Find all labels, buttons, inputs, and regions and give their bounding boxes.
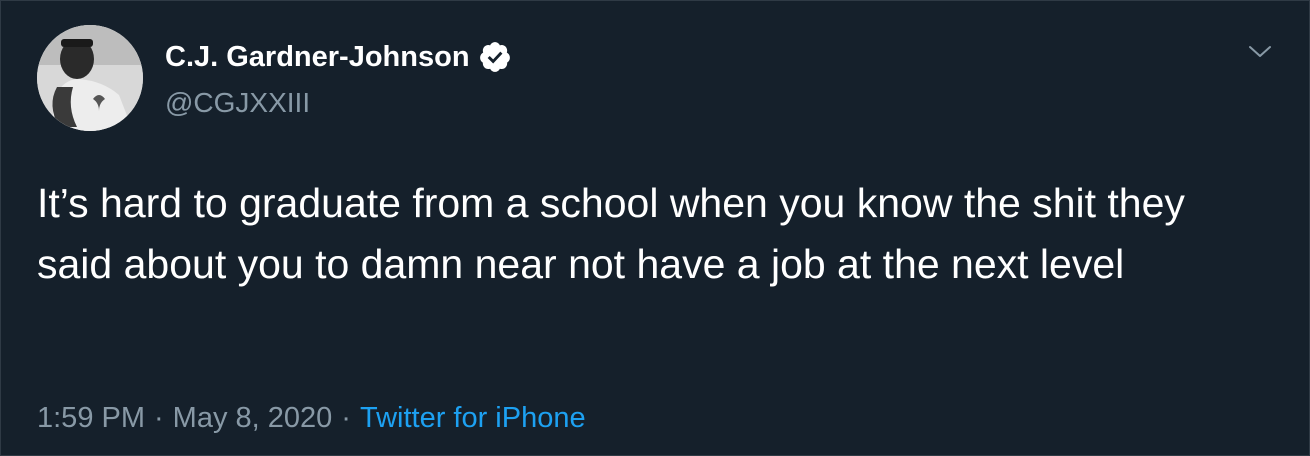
author-name-row: C.J. Gardner-Johnson bbox=[165, 39, 512, 75]
author-handle[interactable]: @CGJXXIII bbox=[165, 85, 310, 121]
avatar-photo bbox=[37, 25, 143, 131]
meta-separator: · bbox=[154, 402, 164, 434]
avatar[interactable] bbox=[37, 25, 143, 131]
chevron-down-icon[interactable] bbox=[1245, 37, 1275, 67]
tweet-text: It’s hard to graduate from a school when… bbox=[37, 180, 1185, 287]
meta-separator: · bbox=[341, 402, 351, 434]
author-display-name[interactable]: C.J. Gardner-Johnson bbox=[165, 39, 470, 75]
verified-badge-icon bbox=[478, 40, 512, 74]
tweet-date[interactable]: May 8, 2020 bbox=[173, 402, 333, 434]
tweet-card: C.J. Gardner-Johnson @CGJXXIII It’s hard… bbox=[0, 0, 1310, 456]
tweet-meta: 1:59 PM · May 8, 2020 · Twitter for iPhone bbox=[37, 398, 586, 438]
tweet-source-link[interactable]: Twitter for iPhone bbox=[360, 402, 586, 434]
tweet-time[interactable]: 1:59 PM bbox=[37, 402, 145, 434]
